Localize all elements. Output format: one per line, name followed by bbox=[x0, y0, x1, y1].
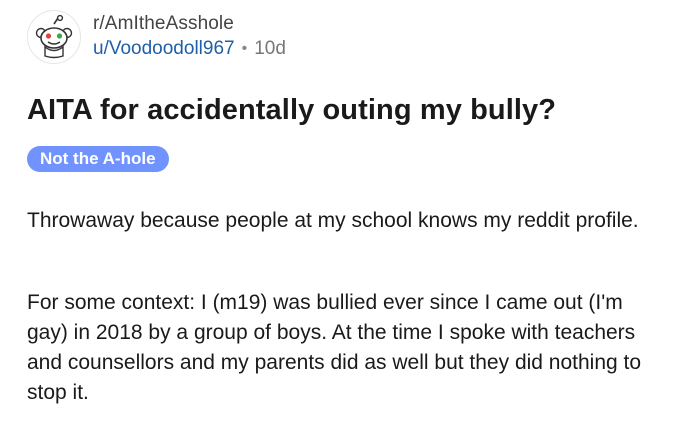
byline-separator: • bbox=[241, 40, 248, 57]
byline: u/Voodoodoll967 • 10d bbox=[93, 36, 286, 62]
post-body-paragraph-1: Throwaway because people at my school kn… bbox=[27, 209, 639, 232]
post-meta: r/AmItheAsshole u/Voodoodoll967 • 10d bbox=[93, 12, 286, 62]
post-header: r/AmItheAsshole u/Voodoodoll967 • 10d bbox=[27, 10, 286, 64]
post-age: 10d bbox=[254, 38, 286, 59]
snoo-icon bbox=[35, 14, 73, 59]
post-body-paragraph-2: For some context: I (m19) was bullied ev… bbox=[27, 291, 642, 404]
snoo-avatar-icon[interactable] bbox=[27, 10, 81, 64]
post-title[interactable]: AITA for accidentally outing my bully? bbox=[27, 94, 556, 127]
username-link[interactable]: u/Voodoodoll967 bbox=[93, 36, 235, 62]
subreddit-link[interactable]: r/AmItheAsshole bbox=[93, 12, 286, 36]
post-flair-badge[interactable]: Not the A-hole bbox=[27, 146, 169, 172]
